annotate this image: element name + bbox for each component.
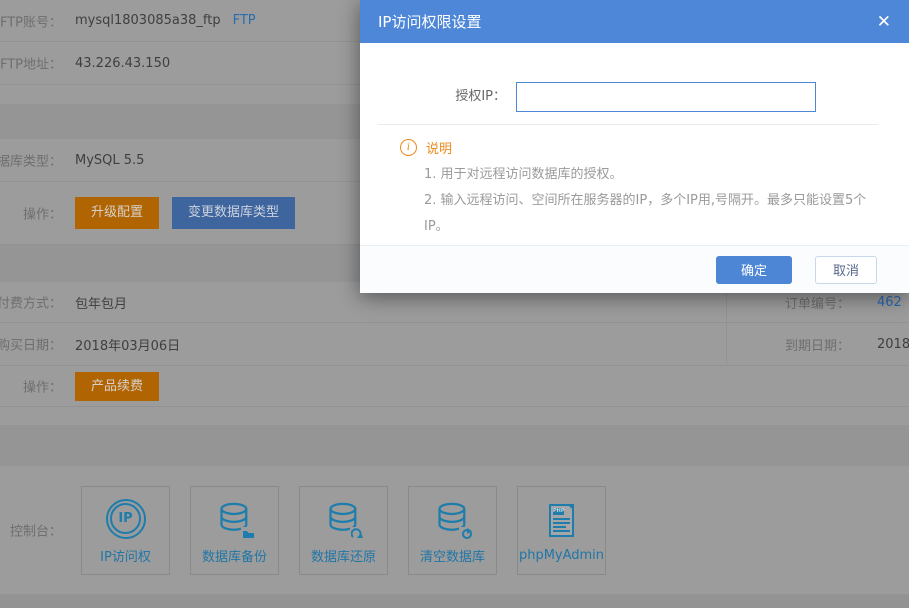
tile-db-restore[interactable]: 数据库还原 [299,486,388,575]
expire-date-label: 到期日期： [785,335,850,354]
ftp-address-label: 数据库FTP地址： [0,54,62,73]
section-console: 控制台： IP IP访问权 [0,466,909,594]
expire-date-value: 2018 [877,337,909,352]
authorized-ip-label: 授权IP： [360,82,516,112]
console-label: 控制台： [10,521,62,540]
tile-ip-access[interactable]: IP IP访问权 [81,486,170,575]
renew-ops-row: 操作： 产品续费 [0,366,909,407]
ftp-address-value: 43.226.43.150 [75,56,170,71]
order-no-link[interactable]: 462 [877,295,902,310]
database-restore-icon [326,496,362,542]
phpmyadmin-icon: PHP [549,498,574,544]
note-list: 1. 用于对远程访问数据库的授权。 2. 输入远程访问、空间所在服务器的IP，多… [424,162,889,240]
database-backup-icon [217,496,253,542]
dialog-footer: 确定 取消 [360,245,909,293]
tile-db-backup[interactable]: 数据库备份 [190,486,279,575]
section-billing: 付费方式： 包年包月 订单编号： 462 购买日期： 2018年03月06日 到… [0,282,909,425]
db-type-label: 数据库类型： [0,151,62,170]
note-item: 1. 用于对远程访问数据库的授权。 [424,162,889,188]
tile-label: 清空数据库 [420,546,485,565]
tile-phpmyadmin[interactable]: PHP phpMyAdmin [517,486,606,575]
console-tiles: IP IP访问权 [81,486,626,575]
db-type-value: MySQL 5.5 [75,153,144,168]
renew-product-button[interactable]: 产品续费 [75,372,159,401]
note-item: 2. 输入远程访问、空间所在服务器的IP，多个IP用,号隔开。最多只能设置5个I… [424,188,889,240]
pay-method-label: 付费方式： [0,293,62,312]
ftp-account-value: mysql1803085a38_ftp [75,13,221,28]
tile-label: 数据库还原 [311,546,376,565]
db-ops-label: 操作： [23,204,62,223]
order-no-label: 订单编号： [785,293,850,312]
close-icon[interactable]: ✕ [872,0,896,43]
buy-date-value: 2018年03月06日 [75,335,180,354]
buy-date-label: 购买日期： [0,335,62,354]
pay-method-value: 包年包月 [75,293,127,312]
change-db-type-button[interactable]: 变更数据库类型 [172,197,295,229]
cancel-button[interactable]: 取消 [815,256,877,284]
dialog-header: IP访问权限设置 ✕ [360,0,909,43]
console-row: 控制台： IP IP访问权 [0,466,909,594]
ip-access-settings-dialog: IP访问权限设置 ✕ 授权IP： i 说明 1. 用于对远程访问数据库的授权。 … [360,0,909,293]
tile-label: IP访问权 [100,546,151,565]
ftp-link[interactable]: FTP [233,13,256,28]
note-header: i 说明 [400,138,909,157]
upgrade-config-button[interactable]: 升级配置 [75,197,159,229]
tile-db-clear[interactable]: 清空数据库 [408,486,497,575]
dialog-title: IP访问权限设置 [378,11,481,32]
bottom-band [0,595,909,608]
note-title: 说明 [426,138,452,157]
authorized-ip-row: 授权IP： [360,82,909,112]
ip-access-icon: IP [106,496,146,542]
tile-label: 数据库备份 [202,546,267,565]
buy-date-row: 购买日期： 2018年03月06日 到期日期： 2018 [0,323,909,366]
tile-label: phpMyAdmin [519,548,604,563]
dialog-divider [378,124,878,125]
info-icon: i [400,139,417,156]
renew-ops-label: 操作： [23,377,62,396]
ftp-account-label: 数据库FTP账号： [0,11,62,30]
authorized-ip-input[interactable] [516,82,816,112]
database-clear-icon [435,496,471,542]
ok-button[interactable]: 确定 [716,256,792,284]
